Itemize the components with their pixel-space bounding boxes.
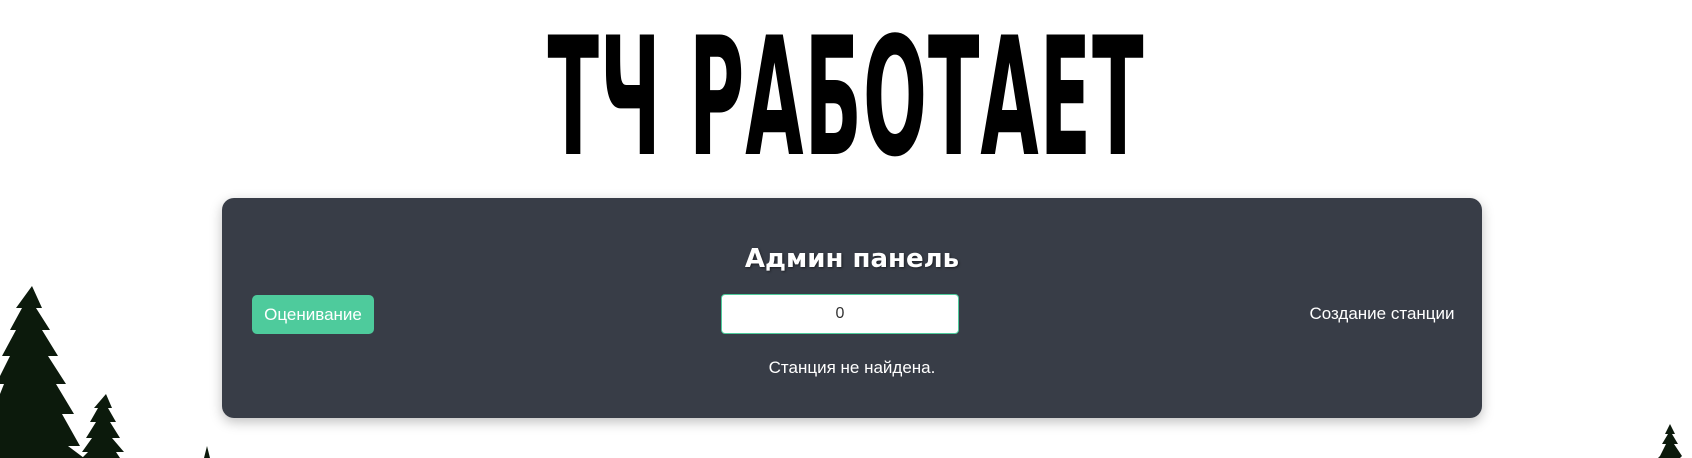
status-message: Станция не найдена. <box>768 358 936 377</box>
station-number-input[interactable] <box>721 294 959 334</box>
page: ТЧ РАБОТАЕТ Админ панель Оценивание Созд… <box>0 0 1692 458</box>
pine-tree-icon <box>0 286 84 458</box>
site-title: ТЧ РАБОТАЕТ <box>547 2 1145 193</box>
admin-panel: Админ панель Оценивание Создание станции… <box>222 198 1482 418</box>
rating-button[interactable]: Оценивание <box>252 295 374 334</box>
pine-tree-icon <box>204 446 210 458</box>
pine-tree-icon <box>82 394 124 458</box>
pine-tree-icon <box>1658 424 1682 458</box>
create-station-link[interactable]: Создание станции <box>1302 304 1462 324</box>
panel-title: Админ панель <box>744 244 960 274</box>
